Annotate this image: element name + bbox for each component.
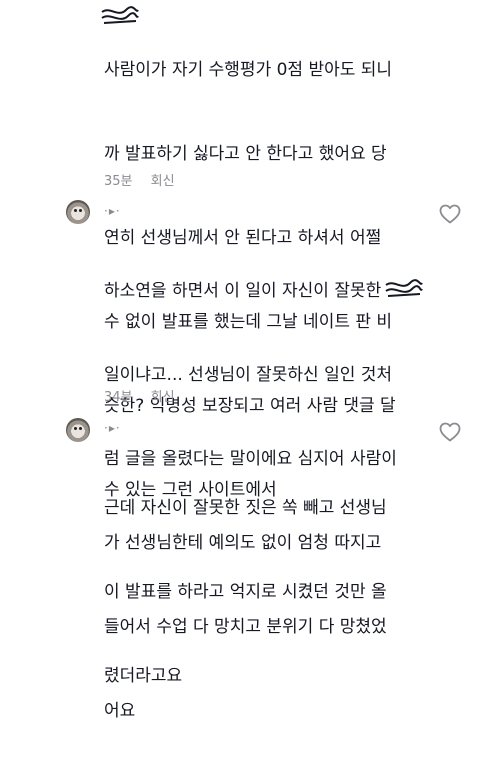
comment-2-line: 하소연을 하면서 이 일이 자신이 잘못한	[104, 281, 382, 301]
comment-1-reply-button[interactable]: 회신	[151, 174, 175, 189]
comment-3-line: 근데 자신이 잘못한 짓은 쏙 빼고 선생님	[104, 498, 387, 518]
cat-avatar[interactable]	[66, 418, 90, 442]
comment-2-time: 34분	[104, 390, 133, 405]
cat-avatar[interactable]	[66, 200, 90, 224]
comment-1-time: 35분	[104, 174, 133, 189]
comment-1-line: 사람이가 자기 수행평가 0점 받아도 되니	[104, 60, 393, 80]
heart-outline-icon[interactable]	[438, 420, 462, 444]
comment-2-username[interactable]: ·▸·	[104, 204, 121, 218]
comment-3-line: 이 발표를 하라고 억지로 시켰던 것만 올	[104, 582, 387, 602]
comment-3-line: 렸더라고요	[104, 666, 183, 686]
comment-3-username[interactable]: ·▸·	[104, 421, 121, 435]
heart-outline-icon[interactable]	[438, 202, 462, 226]
comment-2-meta: 34분 회신	[104, 386, 175, 405]
comment-2-line: 일이냐고... 선생님이 잘못하신 일인 것처	[104, 365, 393, 385]
comment-1-line: 까 발표하기 싫다고 안 한다고 했어요 당	[104, 144, 387, 164]
comment-3-text: 근데 자신이 잘못한 짓은 쏙 빼고 선생님 이 발표를 하라고 억지로 시켰던…	[104, 438, 434, 746]
comment-1-meta: 35분 회신	[104, 170, 175, 189]
comment-2-reply-button[interactable]: 회신	[151, 390, 175, 405]
